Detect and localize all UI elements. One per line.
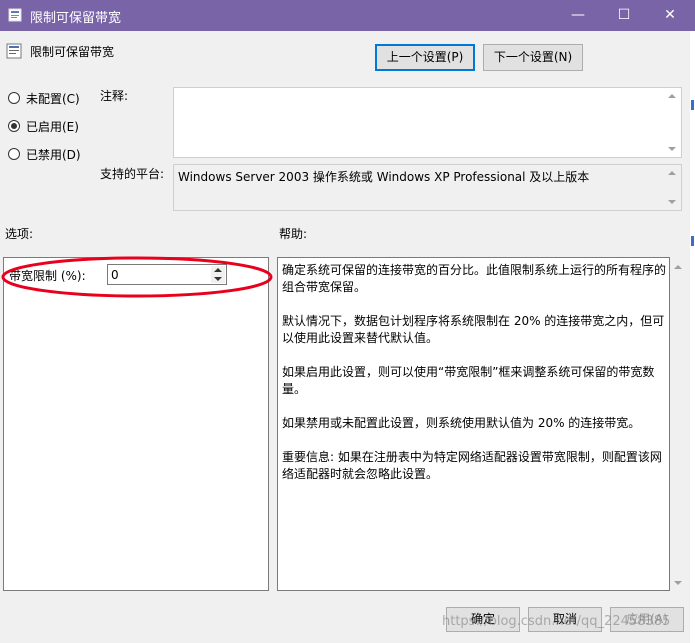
maximize-icon: ☐: [617, 7, 631, 23]
maximize-button[interactable]: ☐: [601, 0, 647, 31]
help-scrollbar[interactable]: [671, 257, 685, 591]
next-setting-button[interactable]: 下一个设置(N): [483, 44, 583, 71]
platform-label: 支持的平台:: [100, 167, 165, 181]
help-paragraph: 确定系统可保留的连接带宽的百分比。此值限制系统上运行的所有程序的组合带宽保留。: [282, 263, 667, 294]
help-panel: 确定系统可保留的连接带宽的百分比。此值限制系统上运行的所有程序的组合带宽保留。 …: [277, 257, 670, 591]
platform-scrollbar[interactable]: [665, 166, 680, 209]
radio-label: 已禁用(D): [26, 148, 81, 162]
scroll-down-icon: [668, 147, 676, 151]
setting-title: 限制可保留带宽: [30, 45, 115, 59]
previous-setting-button[interactable]: 上一个设置(P): [375, 44, 475, 71]
policy-setting-icon: [6, 43, 22, 59]
scroll-down-icon: [674, 581, 682, 585]
help-paragraph: 如果启用此设置，则可以使用“带宽限制”框来调整系统可保留的带宽数量。: [282, 365, 655, 396]
radio-disabled[interactable]: 已禁用(D): [8, 146, 108, 164]
annotation-highlight-ellipse: [1, 256, 273, 298]
comment-scrollbar[interactable]: [665, 89, 680, 156]
minimize-icon: —: [571, 7, 585, 23]
scroll-down-icon: [668, 200, 676, 204]
help-paragraph: 如果禁用或未配置此设置，则系统使用默认值为 20% 的连接带宽。: [282, 416, 641, 430]
title-bar: 限制可保留带宽 — ☐ ✕: [0, 0, 695, 31]
options-label: 选项:: [5, 227, 34, 241]
help-paragraph: 默认情况下，数据包计划程序将系统限制在 20% 的连接带宽之内，但可以使用此设置…: [282, 314, 665, 345]
scroll-up-icon: [668, 94, 676, 98]
close-button[interactable]: ✕: [647, 0, 693, 31]
help-label: 帮助:: [279, 227, 308, 241]
minimize-button[interactable]: —: [555, 0, 601, 31]
radio-label: 已启用(E): [26, 120, 79, 134]
radio-label: 未配置(C): [26, 92, 80, 106]
background-marker: [691, 100, 694, 110]
radio-enabled[interactable]: 已启用(E): [8, 118, 108, 136]
window-title: 限制可保留带宽: [30, 11, 122, 26]
help-paragraph: 重要信息: 如果在注册表中为特定网络适配器设置带宽限制，则配置该网络适配器时就会…: [282, 450, 662, 481]
background-marker: [691, 236, 694, 246]
close-icon: ✕: [664, 7, 676, 23]
scroll-up-icon: [668, 171, 676, 175]
comment-label: 注释:: [100, 89, 129, 103]
radio-not-configured[interactable]: 未配置(C): [8, 90, 108, 108]
comment-field[interactable]: [173, 87, 682, 158]
platform-field: Windows Server 2003 操作系统或 Windows XP Pro…: [173, 164, 682, 211]
radio-indicator-selected: [8, 120, 20, 132]
scroll-up-icon: [674, 265, 682, 269]
background-window-edge: [690, 31, 695, 643]
platform-value: Windows Server 2003 操作系统或 Windows XP Pro…: [178, 170, 590, 184]
help-text: 确定系统可保留的连接带宽的百分比。此值限制系统上运行的所有程序的组合带宽保留。 …: [282, 262, 668, 500]
options-panel: 带宽限制 (%): 0: [3, 257, 269, 591]
radio-indicator: [8, 148, 20, 160]
watermark-text: https://blog.csdn.net/qq_22458385: [442, 614, 671, 629]
policy-icon: [8, 8, 22, 22]
radio-indicator: [8, 92, 20, 104]
